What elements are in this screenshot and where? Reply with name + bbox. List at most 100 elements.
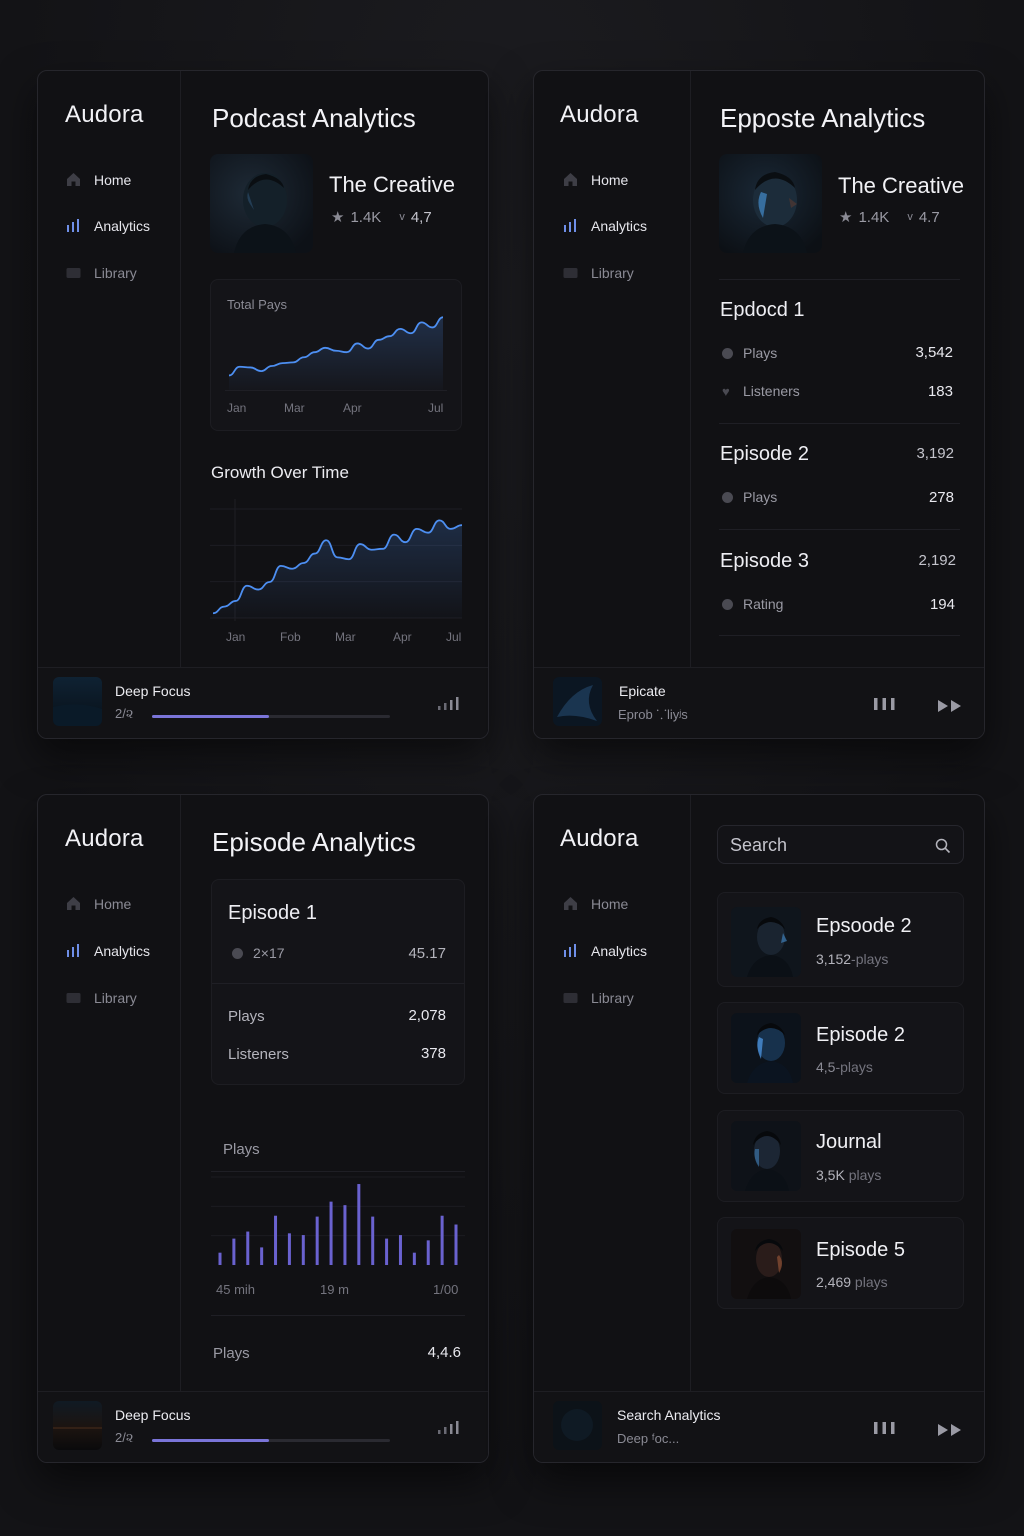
- plays-unit: -plays: [851, 951, 889, 967]
- x-tick: 19 m: [320, 1282, 349, 1297]
- track-thumbnail: [553, 1401, 602, 1450]
- main-content: Episode Analytics Episode 1 2×17 45.17 P…: [181, 795, 488, 1392]
- search-icon[interactable]: [935, 838, 951, 854]
- show-stats: ★ 1.4K v 4,7: [331, 208, 432, 227]
- star-icon: ★: [331, 209, 345, 226]
- track-subtitle: Eprob ⸪liyʲs: [618, 707, 688, 722]
- episode-plays: 3,5K plays: [816, 1167, 881, 1183]
- nav-analytics-label: Analytics: [591, 217, 648, 234]
- stat-label: Listeners: [743, 383, 800, 399]
- pause-icon[interactable]: [874, 1421, 898, 1435]
- stat-row: ♥ Listeners: [722, 383, 800, 399]
- growth-chart: [210, 499, 462, 621]
- now-playing-bar[interactable]: Deep Focus 2/૨: [38, 1391, 488, 1462]
- now-playing-bar[interactable]: Search Analytics Deep ᶠoc...: [534, 1391, 984, 1462]
- plays-count: 4,5: [816, 1059, 836, 1075]
- episode-name: Episode 5: [816, 1239, 905, 1261]
- stat-label: Plays: [228, 1008, 265, 1025]
- library-icon: [563, 993, 578, 1003]
- plays-unit: plays: [844, 1167, 882, 1183]
- track-title: Deep Focus: [115, 1407, 191, 1423]
- nav-library-label: Library: [94, 989, 137, 1006]
- page-title: Epposte Analytics: [720, 103, 926, 133]
- episode-result[interactable]: Episode 5 2,469 plays: [717, 1217, 964, 1309]
- nav-analytics[interactable]: Analytics: [65, 942, 150, 959]
- skip-forward-icon[interactable]: [938, 699, 964, 713]
- rating-value: 4,7: [410, 208, 432, 226]
- nav-home[interactable]: Home: [562, 895, 628, 912]
- nav-library-label: Library: [591, 989, 634, 1006]
- search-input[interactable]: Search: [717, 825, 964, 864]
- bar: [287, 1233, 291, 1265]
- rating-value: 4.7: [918, 208, 940, 226]
- skip-forward-icon[interactable]: [938, 1423, 964, 1437]
- plays-unit: plays: [851, 1274, 888, 1290]
- episode-total: 3,192: [916, 445, 954, 462]
- search-placeholder: Search: [730, 835, 788, 855]
- nav-home-label: Home: [591, 895, 629, 912]
- pause-icon[interactable]: [874, 697, 898, 711]
- area-fill: [213, 520, 462, 618]
- nav-library[interactable]: Library: [65, 989, 137, 1006]
- now-playing-bar[interactable]: Deep Focus 2/૨: [38, 667, 488, 738]
- episode-meta-right: 45.17: [408, 945, 446, 962]
- page-title: Podcast Analytics: [212, 103, 416, 133]
- episode-result[interactable]: Journal 3,5K plays: [717, 1110, 964, 1202]
- heart-icon: ♥: [722, 383, 730, 399]
- x-tick: Mar: [284, 401, 305, 415]
- volume-bars-icon[interactable]: [438, 696, 464, 710]
- playback-progress[interactable]: [152, 715, 390, 718]
- nav-analytics[interactable]: Analytics: [562, 942, 647, 959]
- library-icon: [563, 268, 578, 278]
- nav-home[interactable]: Home: [65, 895, 131, 912]
- episode-thumbnail: [731, 907, 801, 977]
- episode-total: 2,192: [918, 552, 956, 569]
- bar: [454, 1224, 458, 1265]
- volume-bars-icon[interactable]: [438, 1420, 464, 1434]
- nav-analytics[interactable]: Analytics: [562, 217, 647, 234]
- circle-icon: [722, 598, 733, 610]
- episode-meta-left: 2×17: [253, 945, 285, 961]
- show-avatar: [210, 154, 313, 253]
- nav-library[interactable]: Library: [65, 264, 137, 281]
- stat-label: Listeners: [228, 1046, 289, 1063]
- sidebar: Audora Home Analytics Library: [38, 71, 181, 668]
- episode-name: Epsoode 2: [816, 915, 912, 937]
- home-icon: [564, 173, 577, 186]
- episode-title: Episode 2: [720, 443, 809, 465]
- x-tick: 45 mih: [216, 1282, 256, 1297]
- bar: [218, 1252, 222, 1265]
- x-tick: 1/00: [433, 1282, 459, 1297]
- home-icon: [67, 897, 80, 910]
- episode-detail-panel: Audora Home Analytics Library Episode An…: [37, 794, 489, 1463]
- nav-home[interactable]: Home: [562, 171, 628, 188]
- nav-analytics[interactable]: Analytics: [65, 217, 150, 234]
- bar: [426, 1240, 430, 1265]
- episode-plays: 3,152-plays: [816, 951, 888, 967]
- nav-home[interactable]: Home: [65, 171, 131, 188]
- search-panel: Audora Home Analytics Library Search Eps…: [533, 794, 985, 1463]
- episode-result[interactable]: Episode 2 4,5-plays: [717, 1002, 964, 1094]
- bar: [274, 1215, 278, 1265]
- chevron-down-icon: v: [907, 211, 913, 223]
- x-tick: Apr: [343, 401, 362, 415]
- now-playing-bar[interactable]: Epicate Eprob ⸪liyʲs: [534, 667, 984, 738]
- track-title: Deep Focus: [115, 683, 191, 699]
- playback-progress[interactable]: [152, 1439, 390, 1442]
- x-tick: Apr: [393, 630, 412, 644]
- sidebar: Audora Home Analytics Library: [38, 795, 181, 1392]
- bar: [246, 1231, 250, 1265]
- plays-count: 3,152: [816, 951, 852, 967]
- footer-value: 4,4.6: [427, 1344, 461, 1361]
- episode-result[interactable]: Epsoode 2 3,152-plays: [717, 892, 964, 987]
- track-thumbnail: [53, 1401, 102, 1450]
- portrait-image: [210, 154, 313, 253]
- star-icon: ★: [839, 209, 853, 226]
- home-icon: [67, 173, 80, 186]
- episode-name: Episode 2: [816, 1024, 905, 1046]
- bar: [343, 1205, 347, 1265]
- track-time: 2/૨: [115, 706, 134, 721]
- nav-library[interactable]: Library: [562, 989, 634, 1006]
- nav-library[interactable]: Library: [562, 264, 634, 281]
- track-subtitle: Deep ᶠoc...: [617, 1431, 680, 1446]
